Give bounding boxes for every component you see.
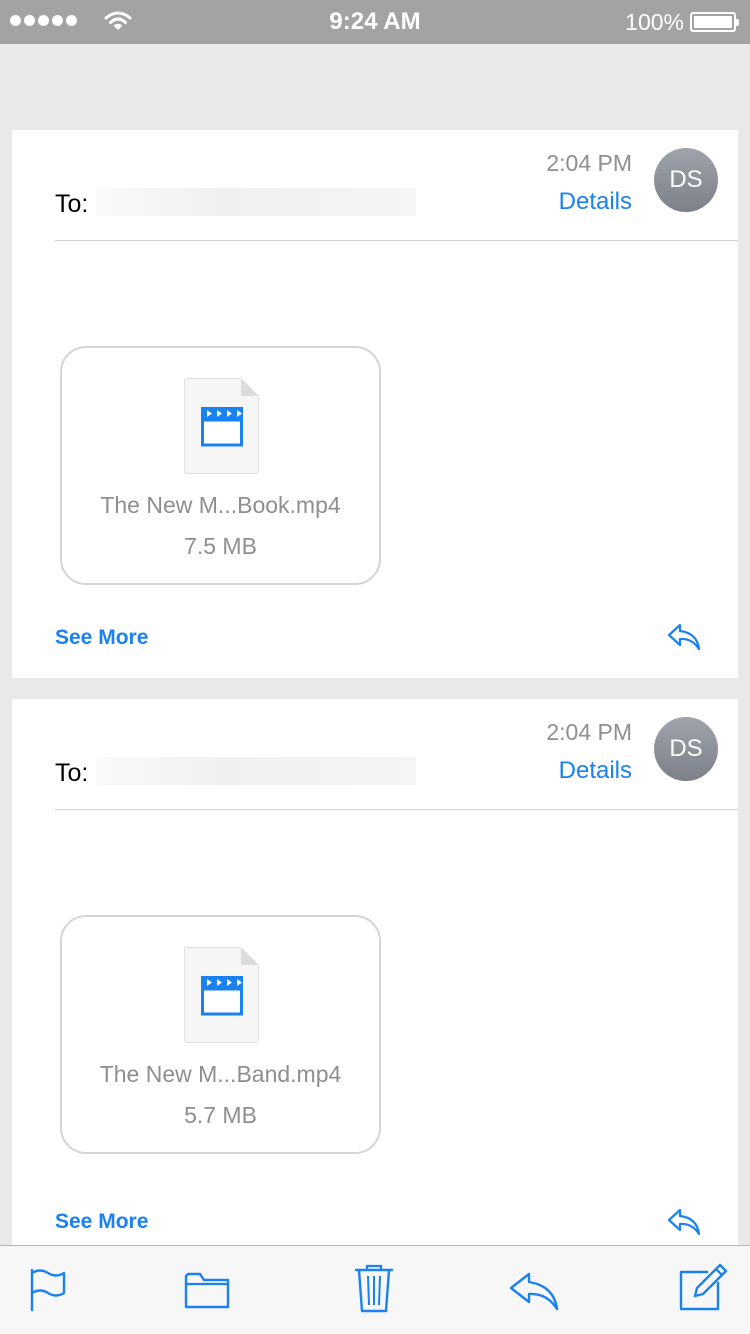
details-link[interactable]: Details [559,757,632,785]
redacted-recipient [96,757,416,785]
attachment-size: 7.5 MB [184,533,257,559]
attachment-name: The New M...Book.mp4 [100,492,341,518]
attachment-tile[interactable]: The New M...Book.mp4 7.5 MB [60,346,381,585]
message-time: 2:04 PM [546,719,632,745]
attachment-name: The New M...Band.mp4 [99,1061,342,1087]
video-file-icon [184,947,259,1043]
folder-icon[interactable] [184,1270,230,1310]
clapperboard-icon [201,407,243,447]
attachment-size: 5.7 MB [184,1102,257,1128]
reply-icon[interactable] [666,1207,702,1237]
battery-percent: 100% [625,9,684,35]
redacted-recipient [96,188,416,216]
trash-icon[interactable] [354,1264,394,1314]
message-card: 2:04 PM Details DS To: The New M...Book.… [12,130,738,678]
compose-icon[interactable] [678,1262,728,1312]
status-bar: 9:24 AM 100% [0,0,750,44]
message-time: 2:04 PM [546,150,632,176]
video-file-icon [184,378,259,474]
reply-icon[interactable] [666,622,702,652]
attachment-tile[interactable]: The New M...Band.mp4 5.7 MB [60,915,381,1154]
flag-icon[interactable] [28,1268,68,1312]
sender-avatar[interactable]: DS [654,717,718,781]
see-more-link[interactable]: See More [55,626,148,650]
to-label: To: [55,759,89,787]
bottom-toolbar [0,1245,750,1334]
header-divider [55,809,738,810]
message-card: 2:04 PM Details DS To: The New M...Band.… [12,699,738,1259]
details-link[interactable]: Details [559,188,632,216]
sender-avatar[interactable]: DS [654,148,718,212]
to-label: To: [55,190,89,218]
header-divider [55,240,738,241]
see-more-link[interactable]: See More [55,1210,148,1234]
battery-icon [690,12,739,32]
reply-icon[interactable] [508,1270,560,1312]
clapperboard-icon [201,976,243,1016]
